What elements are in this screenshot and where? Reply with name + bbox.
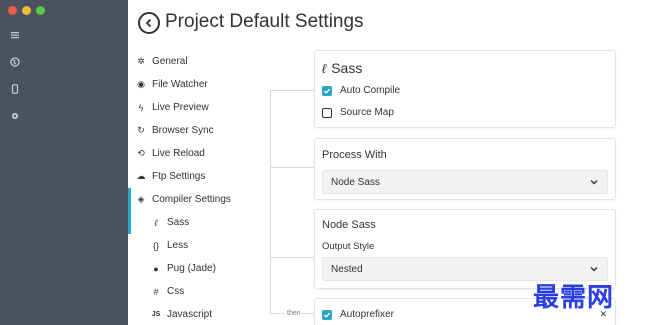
sync-icon: ↻ xyxy=(137,125,145,135)
source-map-row[interactable]: Source Map xyxy=(322,107,394,118)
nav-subitem-less[interactable]: {} Less xyxy=(128,234,268,257)
connector-label: then xyxy=(287,310,301,317)
connector-line xyxy=(270,167,314,168)
sass-card: ℓ Sass Auto Compile Source Map xyxy=(314,50,616,128)
nav-item-browser-sync[interactable]: ↻ Browser Sync xyxy=(128,119,268,142)
reload-icon: ⟲ xyxy=(137,148,145,158)
output-style-label: Output Style xyxy=(322,241,375,252)
source-map-label: Source Map xyxy=(340,107,394,118)
nav-item-file-watcher[interactable]: ◉ File Watcher xyxy=(128,73,268,96)
js-icon: JS xyxy=(151,311,161,318)
sass-card-header: ℓ Sass xyxy=(322,60,362,76)
nav-subitem-pug[interactable]: ● Pug (Jade) xyxy=(128,257,268,280)
menu-icon[interactable] xyxy=(8,30,22,44)
braces-icon: {} xyxy=(152,240,159,251)
cloud-icon: ☁ xyxy=(136,171,146,181)
auto-compile-checkbox[interactable] xyxy=(322,85,332,96)
autoprefixer-label: Autoprefixer xyxy=(340,309,394,320)
settings-nav: ✲ General ◉ File Watcher ϟ Live Preview ↻ Br… xyxy=(128,50,268,325)
bolt-icon: ϟ xyxy=(138,102,144,113)
process-with-title: Process With xyxy=(322,149,387,161)
process-with-select[interactable]: Node Sass xyxy=(322,170,608,194)
auto-compile-label: Auto Compile xyxy=(340,85,401,96)
nav-subitem-javascript[interactable]: JS Javascript xyxy=(128,303,268,325)
watermark: 最需网 xyxy=(533,283,615,313)
connector-line xyxy=(270,313,284,314)
window-sidebar xyxy=(0,0,128,325)
hash-icon: # xyxy=(153,286,159,297)
nav-subitem-sass[interactable]: ℓ Sass xyxy=(128,211,268,234)
chevron-down-icon xyxy=(590,267,598,272)
sass-icon: ℓ xyxy=(154,217,158,228)
globe-icon[interactable] xyxy=(8,57,22,71)
check-icon xyxy=(324,88,331,94)
gear-icon[interactable] xyxy=(8,111,22,125)
connector-line xyxy=(270,90,314,91)
window-controls xyxy=(8,6,45,15)
connector-line xyxy=(302,313,314,314)
close-window-button[interactable] xyxy=(8,6,17,15)
back-button[interactable] xyxy=(138,12,160,34)
gear-icon: ✲ xyxy=(137,56,145,66)
chevron-left-icon xyxy=(145,18,152,28)
connector-line xyxy=(270,257,314,258)
autoprefixer-row[interactable]: Autoprefixer xyxy=(322,309,394,320)
eye-icon: ◉ xyxy=(137,79,145,89)
maximize-window-button[interactable] xyxy=(36,6,45,15)
nav-item-ftp-settings[interactable]: ☁ Ftp Settings xyxy=(128,165,268,188)
minimize-window-button[interactable] xyxy=(22,6,31,15)
nav-item-compiler-settings[interactable]: ◈ Compiler Settings xyxy=(128,188,268,211)
nav-subitem-css[interactable]: # Css xyxy=(128,280,268,303)
nav-item-general[interactable]: ✲ General xyxy=(128,50,268,73)
mobile-icon[interactable] xyxy=(8,84,22,98)
check-icon xyxy=(324,312,331,318)
sass-card-title: Sass xyxy=(331,60,363,76)
source-map-checkbox[interactable] xyxy=(322,107,332,118)
page-title: Project Default Settings xyxy=(165,11,364,32)
process-with-value: Node Sass xyxy=(331,176,380,188)
pug-icon: ● xyxy=(153,263,159,274)
output-style-value: Nested xyxy=(331,263,363,275)
chevron-down-icon xyxy=(590,180,598,185)
auto-compile-row[interactable]: Auto Compile xyxy=(322,85,400,96)
nav-item-live-reload[interactable]: ⟲ Live Reload xyxy=(128,142,268,165)
nav-item-live-preview[interactable]: ϟ Live Preview xyxy=(128,96,268,119)
autoprefixer-checkbox[interactable] xyxy=(322,309,332,320)
process-with-card: Process With Node Sass xyxy=(314,138,616,200)
sass-icon: ℓ xyxy=(322,60,327,76)
layers-icon: ◈ xyxy=(137,194,145,204)
node-sass-title: Node Sass xyxy=(322,219,376,231)
connector-line xyxy=(270,90,271,315)
